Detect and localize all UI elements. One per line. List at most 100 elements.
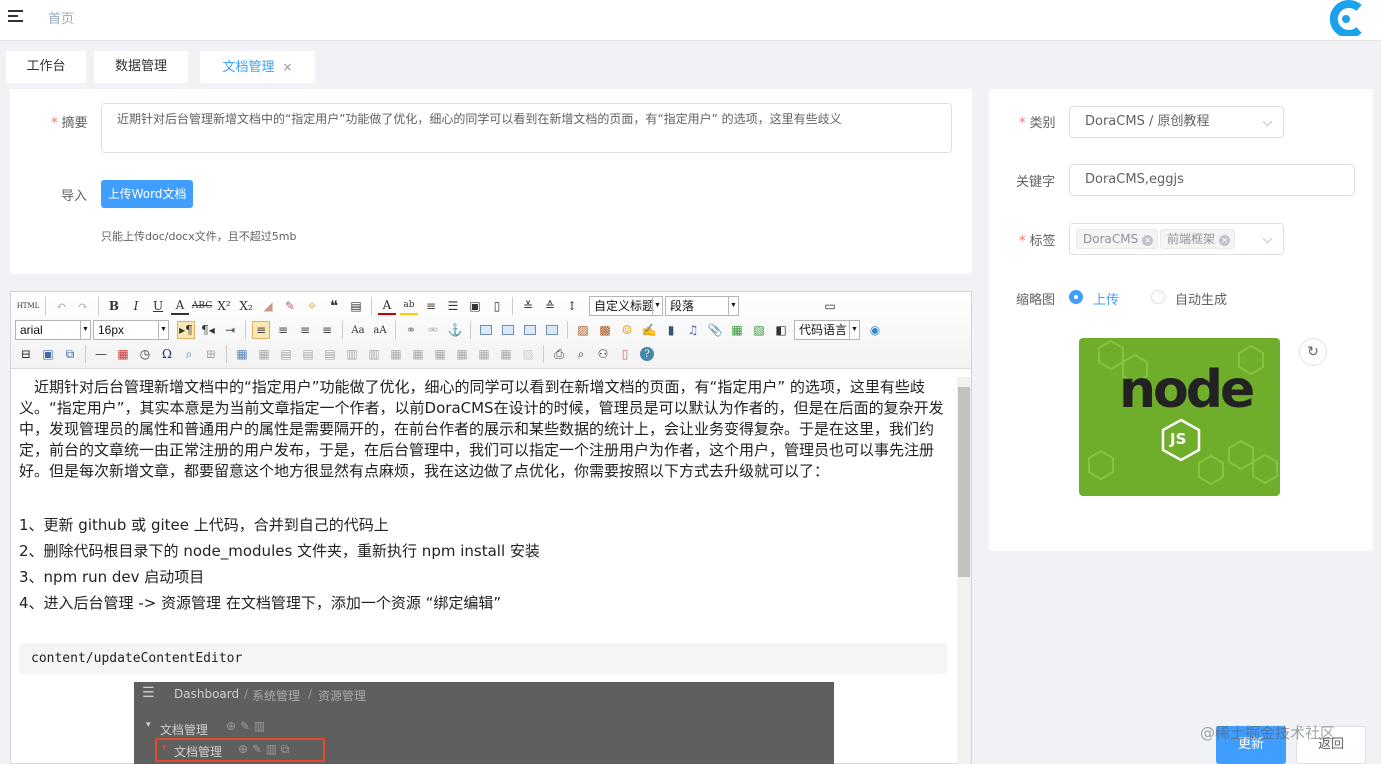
keywords-input[interactable]: DoraCMS,eggjs bbox=[1069, 164, 1355, 196]
unordered-list-icon[interactable]: ☰ bbox=[444, 297, 462, 315]
insert-col-icon[interactable]: ▥ bbox=[343, 345, 361, 363]
autotypeset-icon[interactable]: ✧ bbox=[303, 297, 321, 315]
row-spacing-top-icon[interactable]: ≚ bbox=[519, 297, 537, 315]
snapscreen-icon[interactable]: ⊞ bbox=[202, 345, 220, 363]
subscript-icon[interactable]: X₂ bbox=[237, 297, 255, 315]
font-color-icon[interactable]: A bbox=[378, 297, 396, 315]
tab-workbench[interactable]: 工作台 bbox=[6, 51, 86, 83]
merge-right-icon[interactable]: ▦ bbox=[409, 345, 427, 363]
tab-document-management[interactable]: 文档管理 × bbox=[200, 51, 315, 83]
drafts-icon[interactable]: ▯ bbox=[616, 345, 634, 363]
word-image-icon[interactable]: ⧉ bbox=[61, 345, 79, 363]
insert-row-icon[interactable]: ▤ bbox=[299, 345, 317, 363]
tags-select[interactable]: DoraCMS ✕ 前端框架 ✕ bbox=[1069, 223, 1284, 255]
link-icon[interactable]: ⚭ bbox=[402, 321, 420, 339]
split-cols-icon[interactable]: ▦ bbox=[497, 345, 515, 363]
chart-icon[interactable]: ▨ bbox=[519, 345, 537, 363]
date-icon[interactable]: ▦ bbox=[114, 345, 132, 363]
attachment-icon[interactable]: 📎 bbox=[706, 321, 724, 339]
hamburger-menu-icon[interactable] bbox=[8, 9, 24, 23]
music-icon[interactable]: ♫ bbox=[684, 321, 702, 339]
editor-content[interactable]: 近期针对后台管理新增文档中的“指定用户”功能做了优化，细心的同学可以看到在新增文… bbox=[19, 377, 949, 616]
eraser-icon[interactable]: ◢ bbox=[259, 297, 277, 315]
font-size-select[interactable]: 16px ▼ bbox=[93, 320, 169, 340]
paste-plain-icon[interactable]: ▤ bbox=[347, 297, 365, 315]
pagebreak-icon[interactable]: ⊟ bbox=[17, 345, 35, 363]
thumbnail-image[interactable]: node JS bbox=[1079, 338, 1280, 496]
unlink-icon[interactable]: ⚮ bbox=[424, 321, 442, 339]
image-none-icon[interactable] bbox=[477, 321, 495, 339]
paragraph-select[interactable]: 段落 ▼ bbox=[665, 296, 739, 316]
strikethrough-icon[interactable]: ABC bbox=[192, 297, 212, 315]
emotion-icon[interactable]: ☺ bbox=[618, 321, 636, 339]
merge-cells-icon[interactable]: ▦ bbox=[387, 345, 405, 363]
ordered-list-icon[interactable]: ≡ bbox=[422, 297, 440, 315]
rtl-direction-icon[interactable]: ¶◂ bbox=[199, 321, 217, 339]
insert-image-icon[interactable]: ▩ bbox=[596, 321, 614, 339]
image-right-icon[interactable] bbox=[521, 321, 539, 339]
upload-word-button[interactable]: 上传Word文档 bbox=[101, 180, 193, 208]
simple-upload-icon[interactable]: ▨ bbox=[574, 321, 592, 339]
font-family-select[interactable]: arial ▼ bbox=[15, 320, 91, 340]
anchor-icon[interactable]: ⚓ bbox=[446, 321, 464, 339]
align-left-icon[interactable]: ≡ bbox=[252, 321, 270, 339]
close-icon[interactable]: × bbox=[282, 60, 292, 74]
to-lowercase-icon[interactable]: aA bbox=[371, 321, 389, 339]
breadcrumb-home[interactable]: 首页 bbox=[48, 8, 74, 27]
select-all-icon[interactable]: ▣ bbox=[466, 297, 484, 315]
help-icon[interactable]: ? bbox=[640, 347, 654, 361]
summary-textarea[interactable]: 近期针对后台管理新增文档中的“指定用户”功能做了优化，细心的同学可以看到在新增文… bbox=[101, 103, 952, 153]
underline-icon[interactable]: U bbox=[149, 297, 167, 315]
category-select[interactable]: DoraCMS / 原创教程 bbox=[1069, 106, 1284, 138]
highlight-color-icon[interactable]: ab bbox=[400, 297, 418, 315]
redo-icon[interactable]: ↷ bbox=[74, 297, 92, 315]
superscript-icon[interactable]: X² bbox=[215, 297, 233, 315]
map-icon[interactable]: ▦ bbox=[728, 321, 746, 339]
align-justify-icon[interactable]: ≡ bbox=[318, 321, 336, 339]
row-spacing-bottom-icon[interactable]: ≙ bbox=[541, 297, 559, 315]
format-brush-icon[interactable]: ✎ bbox=[281, 297, 299, 315]
refresh-icon[interactable]: ↻ bbox=[1299, 338, 1327, 366]
background-icon[interactable]: ▣ bbox=[39, 345, 57, 363]
insert-video-icon[interactable]: ▮ bbox=[662, 321, 680, 339]
split-rows-icon[interactable]: ▦ bbox=[475, 345, 493, 363]
radio-auto-generate[interactable] bbox=[1151, 290, 1165, 304]
to-uppercase-icon[interactable]: Aa bbox=[349, 321, 367, 339]
align-right-icon[interactable]: ≡ bbox=[296, 321, 314, 339]
horizontal-rule-icon[interactable]: — bbox=[92, 345, 110, 363]
insert-frame-icon[interactable]: ▧ bbox=[750, 321, 768, 339]
close-icon[interactable]: ✕ bbox=[1219, 235, 1231, 246]
close-icon[interactable]: ✕ bbox=[1142, 235, 1154, 246]
radio-upload-label[interactable]: 上传 bbox=[1093, 289, 1119, 308]
search-replace-icon[interactable]: ⌕ bbox=[180, 345, 198, 363]
radio-auto-label[interactable]: 自动生成 bbox=[1175, 289, 1227, 308]
line-height-icon[interactable]: ↕ bbox=[563, 297, 581, 315]
code-language-select[interactable]: 代码语言 ▼ bbox=[794, 320, 860, 340]
radio-upload[interactable] bbox=[1069, 290, 1083, 304]
insert-table-icon[interactable]: ▦ bbox=[233, 345, 251, 363]
html-source-icon[interactable]: HTML bbox=[17, 297, 40, 315]
align-center-icon[interactable]: ≡ bbox=[274, 321, 292, 339]
merge-down-icon[interactable]: ▦ bbox=[431, 345, 449, 363]
delete-table-icon[interactable]: ▦ bbox=[255, 345, 273, 363]
tab-data-management[interactable]: 数据管理 bbox=[94, 51, 188, 83]
undo-icon[interactable]: ↶ bbox=[52, 297, 70, 315]
image-left-icon[interactable] bbox=[499, 321, 517, 339]
editor-scrollbar[interactable] bbox=[957, 377, 971, 764]
print-icon[interactable]: ⎙ bbox=[550, 345, 568, 363]
template-icon[interactable]: ◉ bbox=[866, 321, 884, 339]
delete-row-icon[interactable]: ▤ bbox=[321, 345, 339, 363]
time-icon[interactable]: ◷ bbox=[136, 345, 154, 363]
image-center-icon[interactable] bbox=[543, 321, 561, 339]
scrawl-icon[interactable]: ✍ bbox=[640, 321, 658, 339]
bold-icon[interactable]: B bbox=[105, 297, 123, 315]
webapp-icon[interactable]: ◧ bbox=[772, 321, 790, 339]
insert-paragraph-icon[interactable]: ▤ bbox=[277, 345, 295, 363]
special-chars-icon[interactable]: Ω bbox=[158, 345, 176, 363]
custom-title-select[interactable]: 自定义标题 ▼ bbox=[589, 296, 663, 316]
italic-icon[interactable]: I bbox=[127, 297, 145, 315]
preview-icon[interactable]: ⌕ bbox=[572, 345, 590, 363]
font-border-icon[interactable]: A bbox=[171, 297, 189, 315]
indent-icon[interactable]: ⇥ bbox=[221, 321, 239, 339]
fullscreen-icon[interactable]: ▭ bbox=[821, 297, 839, 315]
